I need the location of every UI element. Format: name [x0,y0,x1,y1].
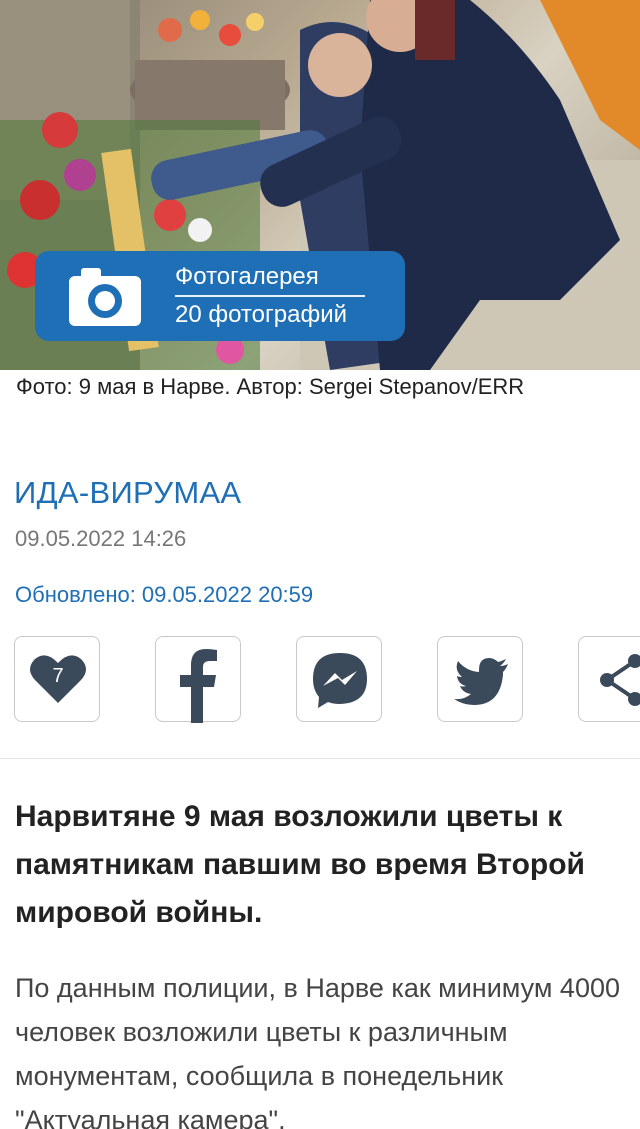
twitter-icon [454,658,508,705]
hero-photo[interactable]: Фотогалерея 20 фотографий [0,0,640,370]
category-link[interactable]: ИДА-ВИРУМАА [14,475,241,511]
photo-gallery-button[interactable]: Фотогалерея 20 фотографий [35,251,405,341]
like-count: 7 [52,665,64,687]
updated-date: Обновлено: 09.05.2022 20:59 [15,582,313,608]
messenger-icon [313,653,367,708]
updated-label: Обновлено: [15,582,136,607]
camera-icon [69,266,141,326]
like-button[interactable]: 7 [14,636,100,722]
facebook-icon [180,649,217,723]
share-icon [600,654,640,706]
divider [0,758,640,759]
article-headline: Нарвитяне 9 мая возложили цветы к памятн… [15,800,585,929]
gallery-title: Фотогалерея [175,261,365,297]
share-button[interactable] [578,636,640,722]
twitter-share-button[interactable] [437,636,523,722]
facebook-share-button[interactable] [155,636,241,723]
photo-caption: Фото: 9 мая в Нарве. Автор: Sergei Stepa… [16,374,525,399]
share-bar: 7 [14,636,640,723]
published-date: 09.05.2022 14:26 [15,526,187,551]
updated-value: 09.05.2022 20:59 [141,582,314,607]
article-lead: По данным полиции, в Нарве как минимум 4… [15,973,620,1129]
messenger-share-button[interactable] [296,636,382,722]
gallery-count: 20 фотографий [175,301,348,328]
